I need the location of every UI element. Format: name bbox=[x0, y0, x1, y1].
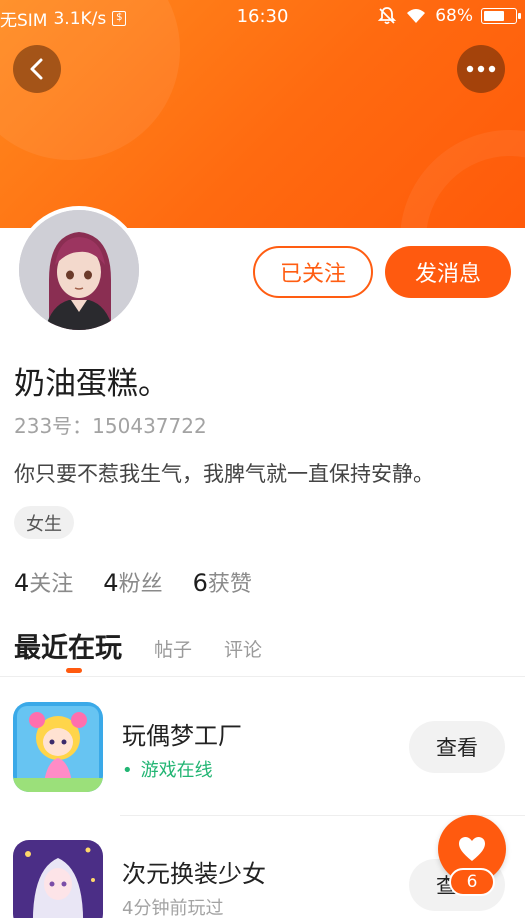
list-item-game[interactable]: 玩偶梦工厂 游戏在线 查看 bbox=[0, 690, 525, 800]
avatar-illustration bbox=[19, 210, 139, 330]
battery-icon bbox=[481, 8, 521, 24]
stat-label: 获赞 bbox=[207, 572, 252, 597]
tab-recently-played[interactable]: 最近在玩 bbox=[14, 626, 122, 673]
stat-likes[interactable]: 6获赞 bbox=[193, 566, 252, 598]
more-dots-icon bbox=[466, 65, 496, 73]
back-button[interactable] bbox=[13, 45, 61, 93]
avatar[interactable] bbox=[15, 206, 143, 334]
stats-row: 4关注 4粉丝 6获赞 bbox=[14, 566, 252, 598]
user-id: 233号：150437722 bbox=[14, 414, 207, 438]
battery-fill bbox=[484, 11, 505, 21]
battery-percent: 68% bbox=[435, 6, 473, 26]
chevron-left-icon bbox=[30, 58, 43, 80]
followed-button[interactable]: 已关注 bbox=[253, 246, 373, 298]
tab-posts[interactable]: 帖子 bbox=[154, 635, 192, 665]
game-status-online: 游戏在线 bbox=[122, 756, 213, 782]
view-game-button[interactable]: 查看 bbox=[409, 721, 505, 773]
game-icon-doll-factory bbox=[13, 702, 103, 792]
game-status-played: 4分钟前玩过 bbox=[122, 898, 224, 918]
game-name: 次元换装少女 bbox=[122, 860, 266, 888]
mute-bell-icon bbox=[378, 7, 397, 25]
stat-number: 4 bbox=[103, 569, 119, 597]
active-tab-indicator bbox=[66, 668, 82, 673]
game-icon-dimension-dressup bbox=[13, 840, 103, 918]
divider bbox=[0, 676, 525, 677]
heart-icon bbox=[459, 837, 485, 861]
send-message-button[interactable]: 发消息 bbox=[385, 246, 511, 298]
like-count-badge: 6 bbox=[449, 868, 495, 896]
game-art bbox=[13, 702, 103, 792]
profile-tabs: 最近在玩 帖子 评论 bbox=[14, 626, 262, 673]
bio: 你只要不惹我生气，我脾气就一直保持安静。 bbox=[14, 462, 434, 486]
stat-label: 粉丝 bbox=[118, 572, 163, 597]
stat-number: 6 bbox=[192, 569, 208, 597]
stat-followers[interactable]: 4粉丝 bbox=[103, 566, 162, 598]
avatar-image bbox=[19, 210, 139, 330]
stat-label: 关注 bbox=[29, 572, 74, 597]
banner-decoration bbox=[400, 130, 525, 228]
stat-number: 4 bbox=[14, 569, 30, 597]
more-options-button[interactable] bbox=[457, 45, 505, 93]
stat-following[interactable]: 4关注 bbox=[14, 566, 73, 598]
gender-tag: 女生 bbox=[14, 506, 74, 539]
wifi-icon bbox=[407, 9, 426, 23]
tab-label: 最近在玩 bbox=[14, 633, 122, 664]
profile-header-banner: 无SIM 3.1K/s $ 16:30 68% bbox=[0, 0, 525, 228]
status-bar: 无SIM 3.1K/s $ 16:30 68% bbox=[0, 0, 525, 32]
nickname: 奶油蛋糕。 bbox=[14, 366, 169, 402]
status-right: 68% bbox=[377, 6, 521, 26]
game-art bbox=[13, 840, 103, 918]
tab-comments[interactable]: 评论 bbox=[224, 635, 262, 665]
game-name: 玩偶梦工厂 bbox=[122, 722, 242, 750]
